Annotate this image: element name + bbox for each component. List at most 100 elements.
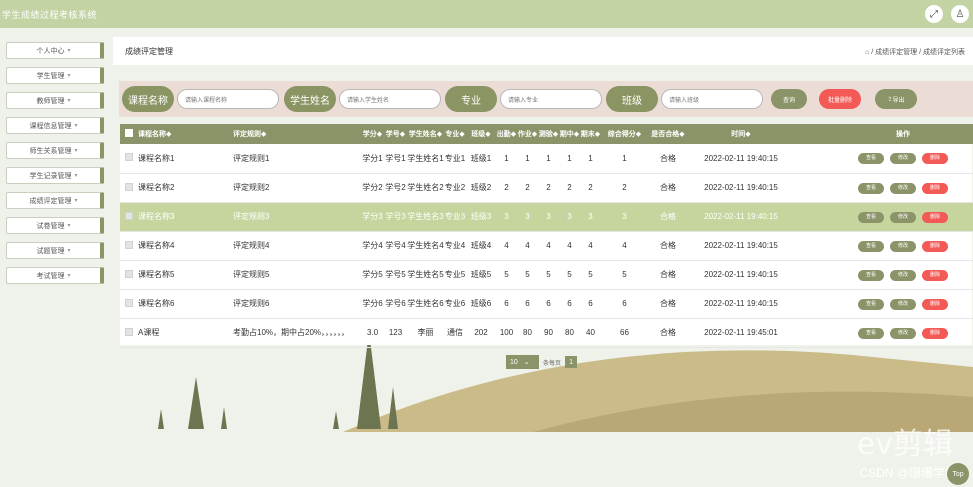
table-row[interactable]: 课程名称3 评定规则3 学分3 学号3 学生姓名3 专业3 班级3 3 3 3 3 3 3 合格 2022-… [120,202,973,232]
delete-button[interactable]: 删除 [922,298,948,310]
edit-button[interactable]: 修改 [890,153,916,165]
col-header[interactable]: 期末◆ [580,124,601,144]
batch-delete-button[interactable]: 批量删除 [819,89,861,109]
sidebar-item-label: 成绩评定管理 [29,197,72,205]
row-checkbox[interactable] [120,231,138,261]
edit-button[interactable]: 修改 [890,327,916,339]
cell-major: 专业4 [444,231,466,261]
edit-button[interactable]: 修改 [890,269,916,281]
delete-button[interactable]: 删除 [922,153,948,165]
col-header[interactable]: 作业◆ [517,124,538,144]
sidebar-item-questions[interactable]: 试题管理 ▾ [6,242,104,259]
query-button[interactable]: 查询 [771,89,807,109]
view-button[interactable]: 查看 [858,211,884,223]
export-button[interactable]: ⇪ 导出 [875,89,917,109]
table-row[interactable]: 课程名称6 评定规则6 学分6 学号6 学生姓名6 专业6 班级6 6 6 6 6 6 6 合格 2022-… [120,289,973,319]
expand-icon[interactable]: ⤢ [925,5,943,23]
chevron-down-icon: ▾ [67,223,71,229]
cell-major: 通信 [444,318,466,348]
delete-button[interactable]: 删除 [922,211,948,223]
view-button[interactable]: 查看 [858,153,884,165]
sidebar-item-students[interactable]: 学生管理 ▾ [6,67,104,84]
home-icon[interactable]: ⌂ [865,49,869,56]
cell-quiz: 90 [538,318,559,348]
col-header[interactable]: 测验◆ [538,124,559,144]
sidebar-item-teachers[interactable]: 教师管理 ▾ [6,92,104,109]
col-header[interactable]: 专业◆ [444,124,466,144]
col-header[interactable]: 学生姓名◆ [407,124,444,144]
col-header[interactable]: 是否合格◆ [648,124,688,144]
col-header[interactable]: 出勤◆ [496,124,517,144]
view-button[interactable]: 查看 [858,298,884,310]
sidebar-item-student-records[interactable]: 学生记录管理 ▾ [6,167,104,184]
major-input[interactable]: 请输入专业 [500,89,602,109]
sidebar-item-teacher-student[interactable]: 师生关系管理 ▾ [6,142,104,159]
select-all-checkbox[interactable] [120,124,138,144]
row-checkbox[interactable] [120,289,138,319]
sidebar-item-personal-center[interactable]: 个人中心 ▾ [6,42,104,59]
table-row[interactable]: 课程名称1 评定规则1 学分1 学号1 学生姓名1 专业1 班级1 1 1 1 1 1 1 合格 2022-… [120,144,973,174]
page-size-select[interactable]: 10 ⌄ [506,355,539,369]
row-actions: 查看 修改 删除 [794,144,973,174]
delete-button[interactable]: 删除 [922,182,948,194]
table-row[interactable]: A课程 考勤占10%，期中占20%，，，，，， 3.0 123 李丽 通信 202 100 80… [120,318,973,348]
edit-button[interactable]: 修改 [890,298,916,310]
class-label: 班级 [606,86,658,112]
table-row[interactable]: 课程名称2 评定规则2 学分2 学号2 学生姓名2 专业2 班级2 2 2 2 2 2 2 合格 2022-… [120,173,973,203]
col-header[interactable]: 综合得分◆ [601,124,648,144]
cell-att: 2 [496,173,517,203]
col-header[interactable]: 时间◆ [688,124,794,144]
col-header[interactable]: 期中◆ [559,124,580,144]
row-checkbox[interactable] [120,318,138,348]
row-checkbox[interactable] [120,260,138,290]
user-icon[interactable]: ♙ [951,5,969,23]
cell-total: 5 [601,260,648,290]
table-row[interactable]: 课程名称5 评定规则5 学分5 学号5 学生姓名5 专业5 班级5 5 5 5 5 5 5 合格 2022-… [120,260,973,290]
edit-button[interactable]: 修改 [890,240,916,252]
per-page-label: 条每页 [543,360,562,367]
course-name-input[interactable]: 请输入课程名称 [177,89,279,109]
row-checkbox[interactable] [120,144,138,174]
app-title: 学生成绩过程考核系统 [2,10,98,20]
row-checkbox[interactable] [120,202,138,232]
delete-button[interactable]: 删除 [922,327,948,339]
row-actions: 查看 修改 删除 [794,318,973,348]
col-header[interactable]: 班级◆ [466,124,496,144]
sidebar-item-exam-papers[interactable]: 试卷管理 ▾ [6,217,104,234]
sidebar-item-grade-assessment[interactable]: 成绩评定管理 ▾ [6,192,104,209]
sidebar-item-exams[interactable]: 考试管理 ▾ [6,267,104,284]
edit-button[interactable]: 修改 [890,182,916,194]
cell-final: 40 [580,318,601,348]
cell-credit: 学分5 [361,260,384,290]
delete-button[interactable]: 删除 [922,269,948,281]
delete-button[interactable]: 删除 [922,240,948,252]
view-button[interactable]: 查看 [858,240,884,252]
sidebar-item-label: 学生管理 [36,72,65,80]
student-name-input[interactable]: 请输入学生姓名 [339,89,441,109]
page-number[interactable]: 1 [565,356,578,368]
col-header[interactable]: 学分◆ [361,124,384,144]
col-header[interactable]: 学号◆ [384,124,407,144]
sidebar: 个人中心 ▾ 学生管理 ▾ 教师管理 ▾ 课程信息管理 ▾ 师生关系管理 ▾ 学生记录管理… [0,28,112,487]
view-button[interactable]: 查看 [858,327,884,339]
view-button[interactable]: 查看 [858,269,884,281]
col-header[interactable]: 课程名称◆ [138,124,233,144]
class-input[interactable]: 请输入班级 [661,89,763,109]
cell-pass: 合格 [648,144,688,174]
table-row[interactable]: 课程名称4 评定规则4 学分4 学号4 学生姓名4 专业4 班级4 4 4 4 4 4 4 合格 2022-… [120,231,973,261]
back-to-top-button[interactable]: Top [947,463,969,485]
col-header[interactable]: 评定规则◆ [233,124,361,144]
cell-name: 李丽 [407,318,444,348]
cell-total: 6 [601,289,648,319]
sidebar-item-label: 个人中心 [36,47,65,55]
row-checkbox[interactable] [120,173,138,203]
view-button[interactable]: 查看 [858,182,884,194]
sidebar-item-course-info[interactable]: 课程信息管理 ▾ [6,117,104,134]
cell-rule: 考勤占10%，期中占20%，，，，，， [233,318,361,348]
edit-button[interactable]: 修改 [890,211,916,223]
table-header-row: 课程名称◆ 评定规则◆ 学分◆ 学号◆ 学生姓名◆ 专业◆ 班级◆ 出勤◆ 作业… [120,124,973,144]
cell-quiz: 3 [538,202,559,232]
cell-hw: 2 [517,173,538,203]
cell-course: 课程名称4 [138,231,233,261]
chevron-down-icon: ▾ [74,148,78,154]
